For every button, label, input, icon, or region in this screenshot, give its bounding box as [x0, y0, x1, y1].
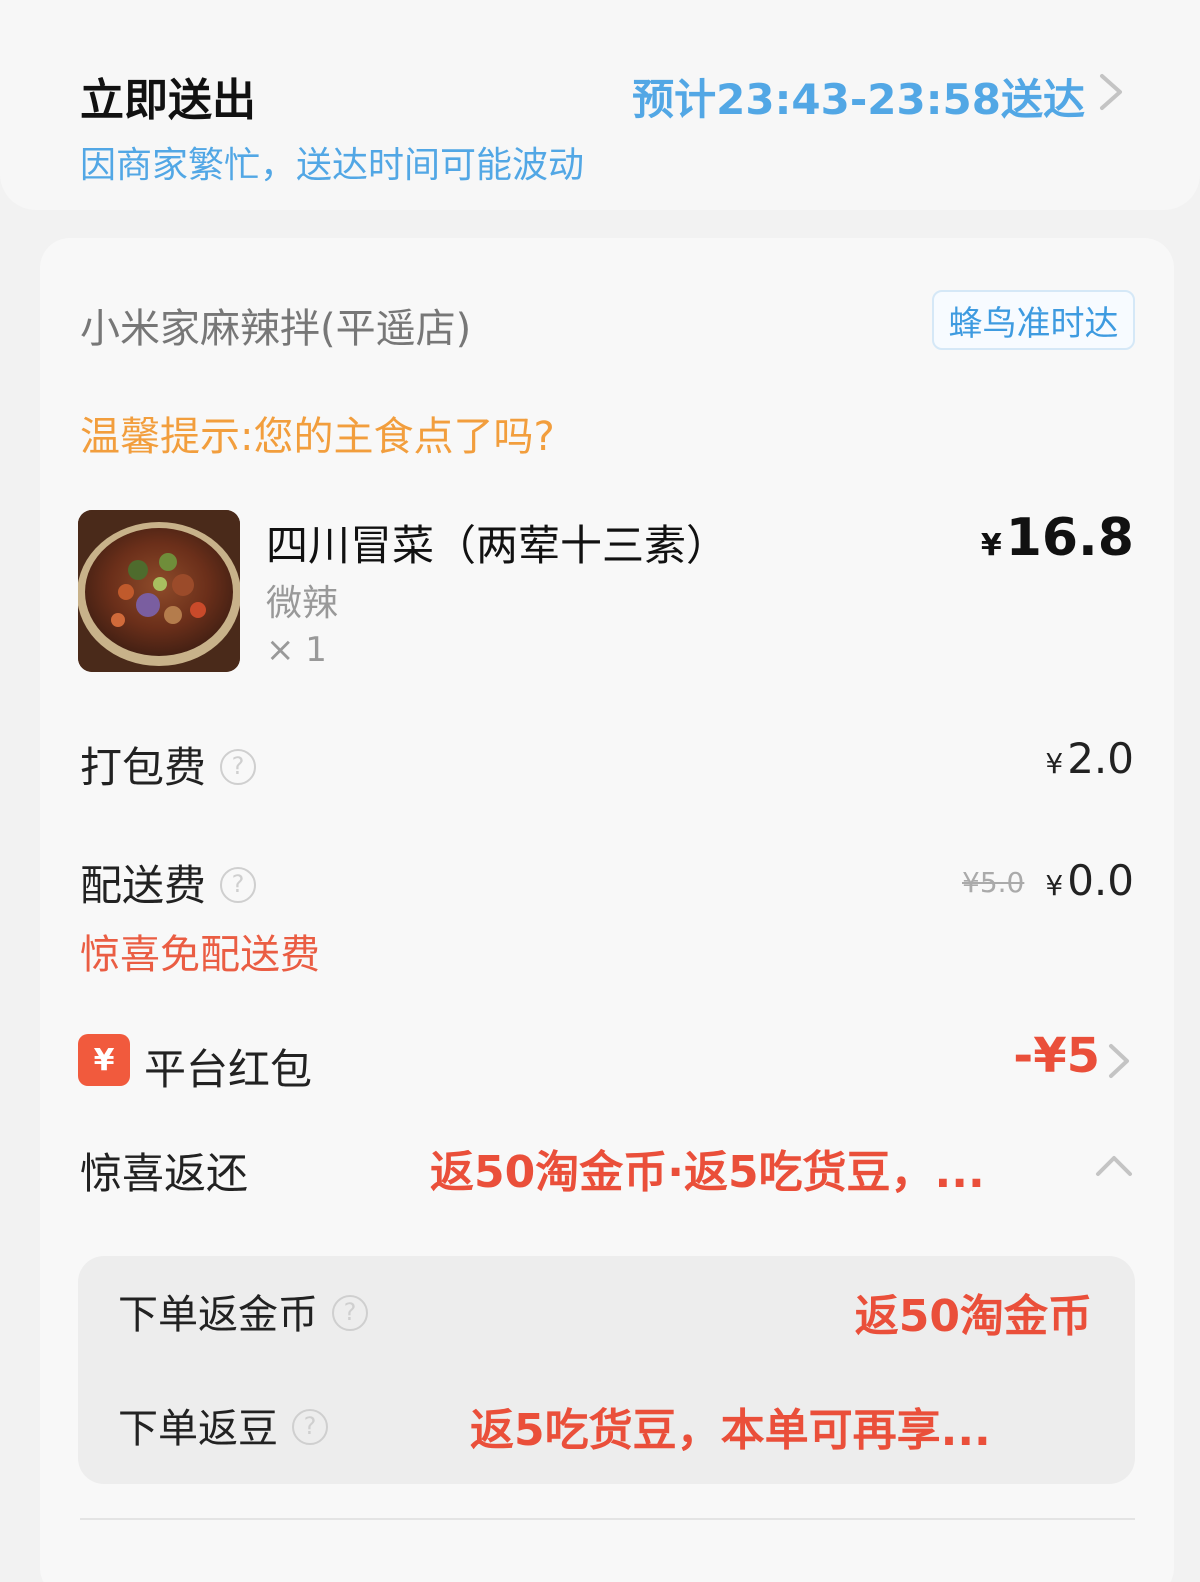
ontime-badge: 蜂鸟准时达 — [932, 290, 1135, 350]
delivery-fee-amount: ¥0.0 — [1045, 856, 1134, 905]
staple-tip: 温馨提示:您的主食点了吗? — [80, 414, 555, 460]
help-icon[interactable]: ? — [292, 1409, 328, 1445]
chevron-right-icon[interactable] — [1094, 72, 1130, 112]
currency-symbol: ¥ — [980, 528, 1002, 563]
help-icon[interactable]: ? — [332, 1295, 368, 1331]
chevron-right-icon[interactable] — [1104, 1042, 1134, 1080]
divider — [80, 1518, 1135, 1520]
currency-symbol: ¥ — [1045, 747, 1064, 780]
currency-symbol: ¥ — [1045, 869, 1064, 902]
rebate-label: 惊喜返还 — [80, 1149, 249, 1198]
delivery-fee-label: 配送费 — [80, 861, 207, 910]
packing-fee-row: 打包费? — [80, 734, 257, 795]
food-name: 四川冒菜（两荤十三素） — [266, 521, 729, 570]
rebate-coins-row: 下单返金币? — [118, 1282, 368, 1340]
food-price-value: 16.8 — [1005, 508, 1134, 568]
food-image — [78, 510, 240, 672]
rebate-coins-value: 返50淘金币 — [854, 1291, 1092, 1342]
red-packet-icon: ¥ — [78, 1034, 130, 1086]
delivery-mode-title: 立即送出 — [80, 75, 256, 126]
red-packet-value[interactable]: -¥5 — [1013, 1028, 1100, 1084]
packing-fee-label: 打包费 — [80, 743, 207, 792]
food-price: ¥16.8 — [981, 508, 1134, 568]
delivery-eta[interactable]: 预计23:43-23:58送达 — [632, 66, 1085, 127]
rebate-coins-label: 下单返金币 — [118, 1292, 318, 1338]
packing-fee-value: 2.0 — [1067, 734, 1134, 783]
rebate-beans-value: 返5吃货豆，本单可再享... — [470, 1405, 991, 1456]
delivery-note: 因商家繁忙，送达时间可能波动 — [80, 145, 585, 186]
delivery-fee-original: ¥5.0 — [962, 866, 1025, 899]
food-quantity: × 1 — [266, 630, 327, 670]
rebate-summary[interactable]: 返50淘金币·返5吃货豆，... — [430, 1136, 1060, 1200]
chevron-up-icon[interactable] — [1094, 1152, 1134, 1178]
food-spec: 微辣 — [266, 583, 339, 624]
red-packet-label[interactable]: 平台红包 — [144, 1036, 312, 1097]
rebate-beans-label: 下单返豆 — [118, 1406, 278, 1452]
delivery-fee-value: 0.0 — [1067, 856, 1134, 905]
free-delivery-note: 惊喜免配送费 — [80, 932, 320, 978]
store-name[interactable]: 小米家麻辣拌(平遥店) — [80, 296, 471, 354]
help-icon[interactable]: ? — [220, 866, 257, 903]
delivery-fee-row: 配送费? — [80, 852, 257, 913]
packing-fee-amount: ¥2.0 — [1045, 734, 1134, 783]
help-icon[interactable]: ? — [220, 748, 257, 785]
rebate-beans-row: 下单返豆? — [118, 1396, 328, 1454]
